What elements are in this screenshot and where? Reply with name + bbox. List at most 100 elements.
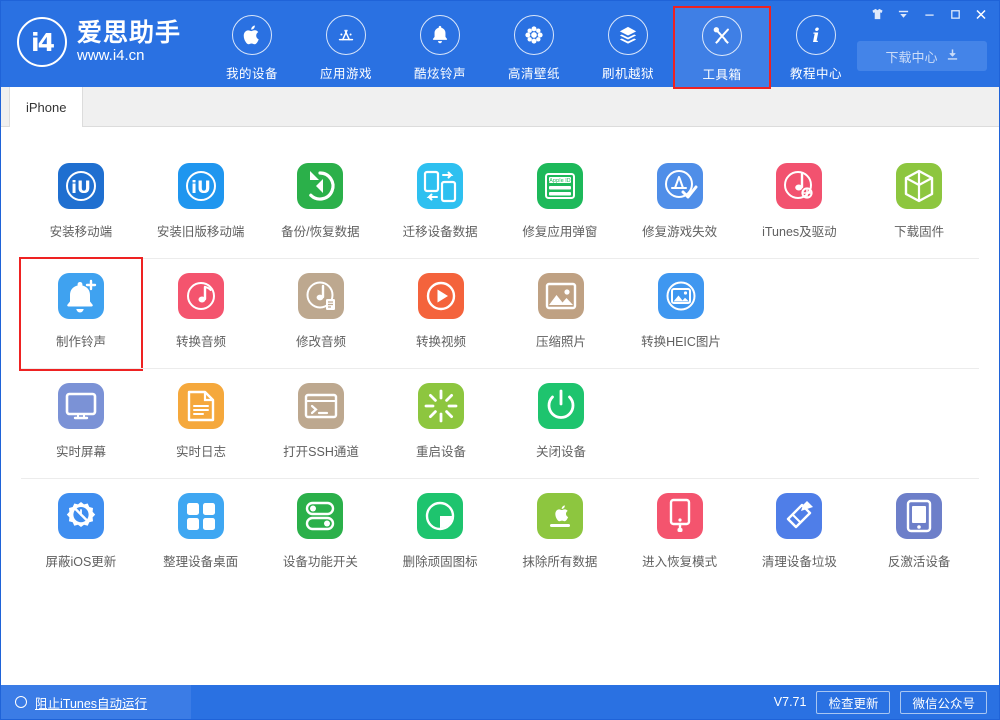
audio-edit-icon <box>298 273 344 319</box>
tools-wrench-icon <box>702 16 742 56</box>
tool-item-ringtone-bell-plus[interactable]: 制作铃声 <box>21 259 141 369</box>
nav-item-ringtones[interactable]: 酷炫铃声 <box>393 8 487 82</box>
tool-item-arrange-desktop[interactable]: 整理设备桌面 <box>141 479 261 589</box>
tool-item-backup-restore[interactable]: 备份/恢复数据 <box>261 149 381 259</box>
nav-label: 工具箱 <box>703 64 742 83</box>
tool-item-label: 安装旧版移动端 <box>157 221 245 240</box>
appstore-check-icon <box>657 163 703 209</box>
tool-item-label: 下载固件 <box>894 221 944 240</box>
tool-item-apple-id-card[interactable]: Apple ID修复应用弹窗 <box>500 149 620 259</box>
tool-item-video-convert[interactable]: 转换视频 <box>381 259 501 369</box>
info-icon: i <box>796 15 836 55</box>
delete-icon-icon <box>417 493 463 539</box>
tool-item-label: 关闭设备 <box>536 441 586 460</box>
tool-item-label: 重启设备 <box>416 441 466 460</box>
heic-convert-icon <box>658 273 704 319</box>
tool-item-label: 设备功能开关 <box>283 551 358 570</box>
block-itunes-toggle[interactable]: 阻止iTunes自动运行 <box>1 685 191 719</box>
download-arrow-icon <box>946 48 959 65</box>
nav-item-my-device[interactable]: 我的设备 <box>205 8 299 82</box>
live-log-icon <box>178 383 224 429</box>
nav-item-flash-jailbreak[interactable]: 刷机越狱 <box>581 8 675 82</box>
tool-item-feature-toggle[interactable]: 设备功能开关 <box>261 479 381 589</box>
tool-item-migrate-data[interactable]: 迁移设备数据 <box>380 149 500 259</box>
tool-item-live-screen[interactable]: 实时屏幕 <box>21 369 141 479</box>
minimize-icon[interactable] <box>917 4 941 24</box>
nav-item-toolbox[interactable]: 工具箱 <box>675 8 769 87</box>
nav-label: 我的设备 <box>226 63 278 82</box>
i4-circle-logo-icon: i4 <box>17 17 67 67</box>
skin-icon[interactable] <box>865 4 889 24</box>
tool-item-label: 安装移动端 <box>50 221 113 240</box>
tool-item-label: 进入恢复模式 <box>642 551 717 570</box>
tool-item-live-log[interactable]: 实时日志 <box>141 369 261 479</box>
tool-item-photo-compress[interactable]: 压缩照片 <box>501 259 621 369</box>
tab-iphone[interactable]: iPhone <box>9 86 83 127</box>
wechat-label: 微信公众号 <box>912 693 975 712</box>
itunes-note-icon <box>776 163 822 209</box>
firmware-box-icon <box>896 163 942 209</box>
tool-item-label: 转换音频 <box>176 331 226 350</box>
menu-dropdown-icon[interactable] <box>891 4 915 24</box>
tool-item-ssh-terminal[interactable]: 打开SSH通道 <box>261 369 381 479</box>
svg-text:iU: iU <box>71 178 91 198</box>
tool-item-restart-device[interactable]: 重启设备 <box>381 369 501 479</box>
bell-icon <box>420 15 460 55</box>
tool-item-label: 屏蔽iOS更新 <box>45 551 116 570</box>
tool-item-heic-convert[interactable]: 转换HEIC图片 <box>621 259 741 369</box>
tool-item-itunes-note[interactable]: iTunes及驱动 <box>740 149 860 259</box>
apple-icon <box>232 15 272 55</box>
ssh-terminal-icon <box>298 383 344 429</box>
svg-text:i: i <box>812 25 819 46</box>
tool-item-block-ios-update[interactable]: 屏蔽iOS更新 <box>21 479 141 589</box>
nav-item-tutorials[interactable]: i 教程中心 <box>769 8 863 82</box>
close-icon[interactable] <box>969 4 993 24</box>
block-ios-update-icon <box>58 493 104 539</box>
nav-item-apps-games[interactable]: 应用游戏 <box>299 8 393 82</box>
tool-item-audio-edit[interactable]: 修改音频 <box>261 259 381 369</box>
tool-item-label: iTunes及驱动 <box>762 221 837 240</box>
tool-item-label: 删除顽固图标 <box>403 551 478 570</box>
tool-item-clean-junk[interactable]: 清理设备垃圾 <box>740 479 860 589</box>
toolbox-row: 制作铃声转换音频 修改音频转换视频压缩照片 转换HEIC图片 <box>1 259 999 369</box>
block-itunes-label: 阻止iTunes自动运行 <box>35 693 147 712</box>
tool-item-delete-icon[interactable]: 删除顽固图标 <box>380 479 500 589</box>
tool-item-i4-app[interactable]: iU 安装移动端 <box>21 149 141 259</box>
tool-item-label: 反激活设备 <box>888 551 951 570</box>
live-screen-icon <box>58 383 104 429</box>
migrate-data-icon <box>417 163 463 209</box>
device-tabstrip: iPhone <box>1 87 999 127</box>
download-center-button[interactable]: 下载中心 <box>857 41 987 71</box>
tool-item-appstore-check[interactable]: 修复游戏失效 <box>620 149 740 259</box>
erase-all-data-icon <box>537 493 583 539</box>
nav-item-wallpapers[interactable]: 高清壁纸 <box>487 8 581 82</box>
feature-toggle-icon <box>297 493 343 539</box>
ringtone-bell-plus-icon <box>58 273 104 319</box>
wechat-official-button[interactable]: 微信公众号 <box>900 691 987 714</box>
photo-compress-icon <box>538 273 584 319</box>
toolbox-row: 实时屏幕实时日志打开SSH通道重启设备 关闭设备 <box>1 369 999 479</box>
tool-item-firmware-box[interactable]: 下载固件 <box>859 149 979 259</box>
box-flash-icon <box>608 15 648 55</box>
tool-item-label: 清理设备垃圾 <box>762 551 837 570</box>
tool-item-audio-convert[interactable]: 转换音频 <box>141 259 261 369</box>
toolbox-row: 屏蔽iOS更新 整理设备桌面 设备功能开关 删除顽固图标 抹除所有数据进入恢复模式 清理设… <box>1 479 999 589</box>
tool-item-erase-all-data[interactable]: 抹除所有数据 <box>500 479 620 589</box>
maximize-icon[interactable] <box>943 4 967 24</box>
toolbox-row: iU 安装移动端 iU 安装旧版移动端备份/恢复数据迁移设备数据Apple ID修复应… <box>1 149 999 259</box>
tool-item-power-off[interactable]: 关闭设备 <box>501 369 621 479</box>
backup-restore-icon <box>297 163 343 209</box>
recovery-mode-icon <box>657 493 703 539</box>
radio-circle-icon <box>15 696 27 708</box>
nav-label: 刷机越狱 <box>602 63 654 82</box>
download-center-label: 下载中心 <box>885 47 937 66</box>
check-update-button[interactable]: 检查更新 <box>816 691 890 714</box>
tool-item-recovery-mode[interactable]: 进入恢复模式 <box>620 479 740 589</box>
tool-item-label: 压缩照片 <box>536 331 586 350</box>
tool-item-label: 整理设备桌面 <box>163 551 238 570</box>
svg-text:iU: iU <box>191 178 211 198</box>
tool-item-deactivate-device[interactable]: 反激活设备 <box>859 479 979 589</box>
check-update-label: 检查更新 <box>828 693 878 712</box>
arrange-desktop-icon <box>178 493 224 539</box>
tool-item-i4-app-old[interactable]: iU 安装旧版移动端 <box>141 149 261 259</box>
